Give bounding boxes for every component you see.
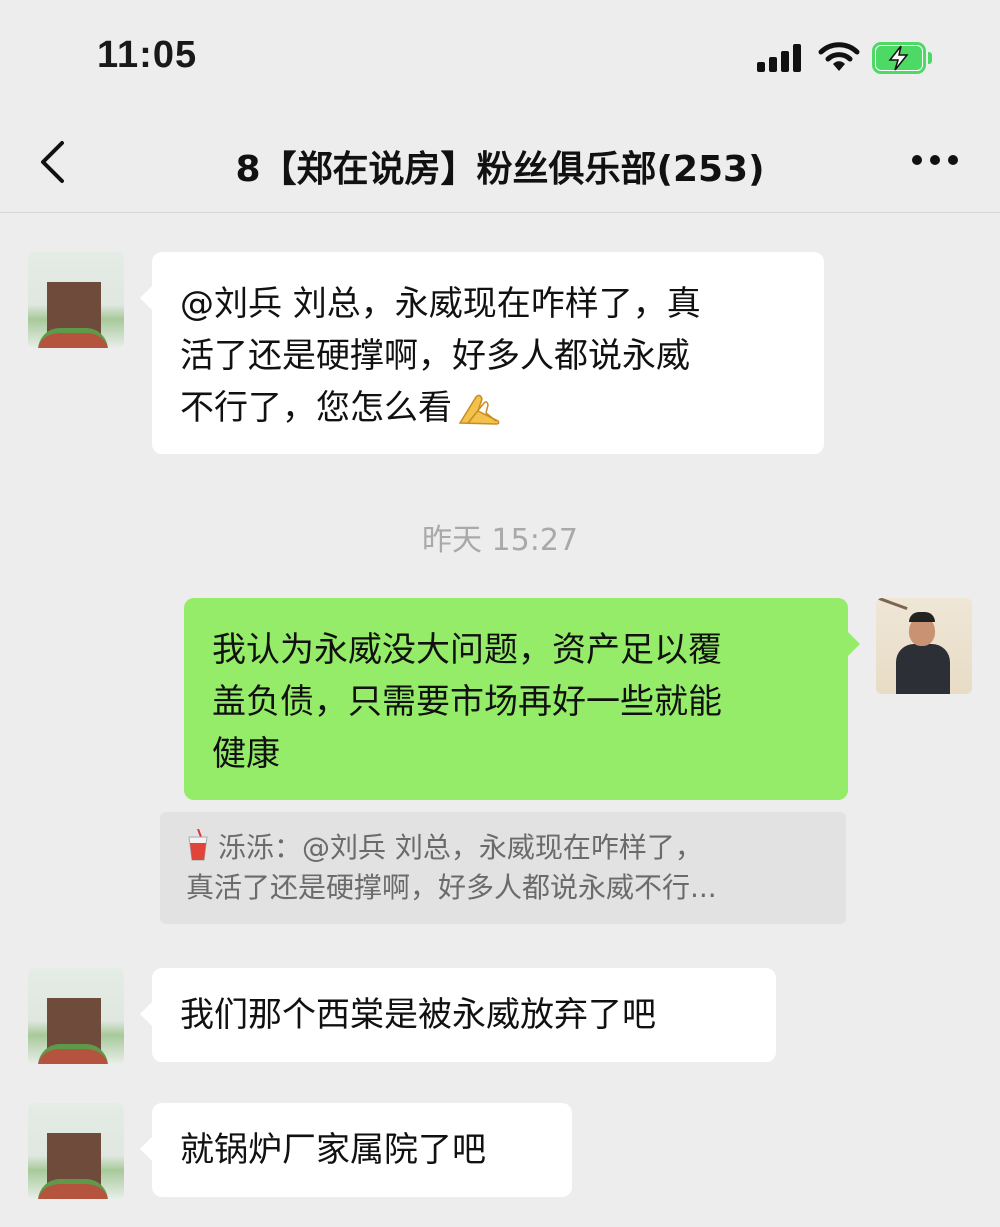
status-time: 11:05 bbox=[97, 34, 198, 76]
sender-avatar[interactable] bbox=[28, 252, 124, 348]
incoming-message-bubble[interactable]: 就锅炉厂家属院了吧 bbox=[140, 1103, 572, 1197]
message-line: 就锅炉厂家属院了吧 bbox=[180, 1130, 486, 1170]
status-bar: 11:05 bbox=[0, 0, 1000, 110]
battery-charging-icon bbox=[872, 42, 932, 74]
chat-title: 8【郑在说房】粉丝俱乐部(253) bbox=[235, 149, 765, 190]
message-line: 我认为永威没大问题，资产足以覆 bbox=[212, 630, 722, 670]
my-avatar[interactable] bbox=[876, 598, 972, 694]
drink-cup-icon bbox=[188, 829, 208, 861]
quote-line: 泺泺：@刘兵 刘总，永威现在咋样了， bbox=[218, 831, 703, 864]
quote-line: 真活了还是硬撑啊，好多人都说永威不行... bbox=[186, 871, 717, 904]
quoted-message[interactable]: 泺泺：@刘兵 刘总，永威现在咋样了， 真活了还是硬撑啊，好多人都说永威不行... bbox=[160, 812, 846, 924]
message-line: 健康 bbox=[212, 734, 280, 774]
message-line: 我们那个西棠是被永威放弃了吧 bbox=[180, 995, 656, 1035]
outgoing-message-bubble[interactable]: 我认为永威没大问题，资产足以覆 盖负债，只需要市场再好一些就能 健康 bbox=[184, 598, 860, 800]
folded-hands-icon bbox=[458, 394, 500, 425]
message-line: 不行了，您怎么看 bbox=[180, 388, 452, 428]
message-timestamp: 昨天 15:27 bbox=[422, 523, 578, 558]
chat-header: 8【郑在说房】粉丝俱乐部(253) bbox=[0, 110, 1000, 213]
incoming-message-bubble[interactable]: 我们那个西棠是被永威放弃了吧 bbox=[140, 968, 776, 1062]
wifi-icon bbox=[818, 42, 860, 71]
signal-icon bbox=[757, 44, 803, 72]
sender-avatar[interactable] bbox=[28, 968, 124, 1064]
message-line: 盖负债，只需要市场再好一些就能 bbox=[212, 682, 722, 722]
message-line: 活了还是硬撑啊，好多人都说永威 bbox=[180, 336, 690, 376]
message-line: @刘兵 刘总，永威现在咋样了，真 bbox=[180, 284, 701, 324]
sender-avatar[interactable] bbox=[28, 1103, 124, 1199]
more-dots-icon[interactable] bbox=[912, 150, 958, 170]
incoming-message-bubble[interactable]: @刘兵 刘总，永威现在咋样了，真 活了还是硬撑啊，好多人都说永威 不行了，您怎么… bbox=[140, 252, 824, 454]
